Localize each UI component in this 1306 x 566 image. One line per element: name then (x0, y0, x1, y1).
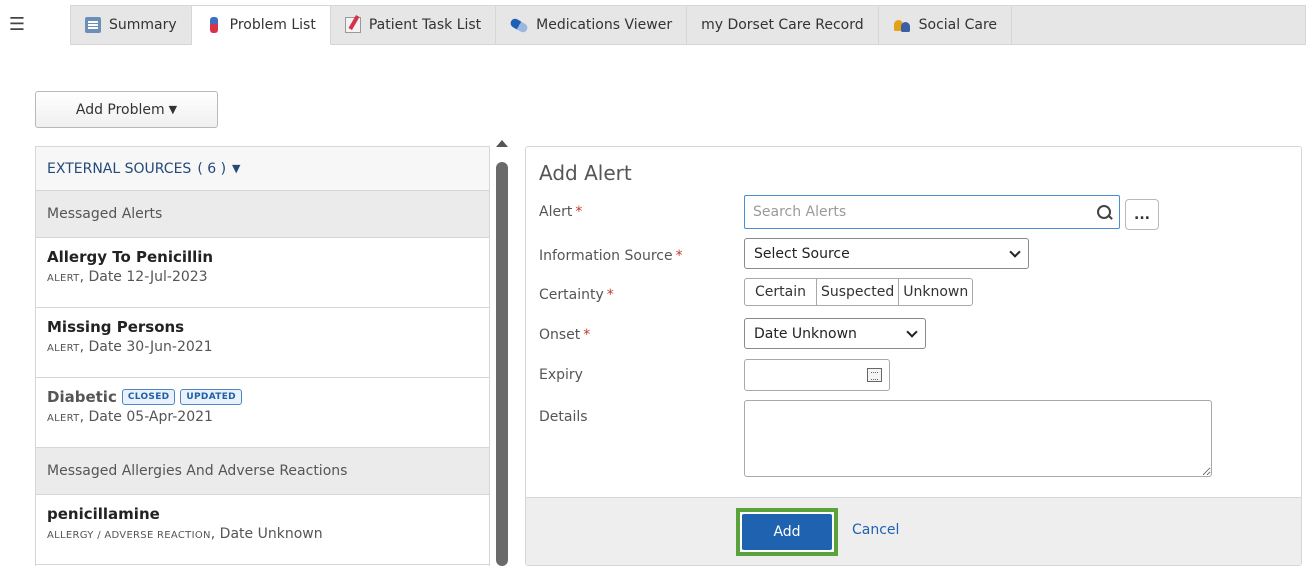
external-sources-label: EXTERNAL SOURCES (47, 160, 192, 177)
tab-problem-list[interactable]: Problem List (191, 5, 331, 45)
item-title-text: penicillamine (47, 505, 160, 523)
pill-icon (509, 16, 530, 34)
item-title: penicillamine (47, 505, 478, 523)
onset-label: Onset * (539, 327, 590, 343)
closed-badge: CLOSED (121, 389, 176, 405)
information-source-label-text: Information Source (539, 248, 673, 264)
scroll-thumb[interactable] (496, 162, 508, 566)
updated-badge: UPDATED (180, 389, 242, 405)
task-icon (344, 17, 361, 33)
required-marker: * (606, 287, 614, 303)
certainty-suspected-button[interactable]: Suspected (815, 278, 900, 306)
alert-search-field[interactable] (744, 195, 1120, 229)
item-subtitle: ALERT, Date 30-Jun-2021 (47, 339, 478, 355)
chevron-down-icon (906, 325, 918, 338)
onset-select[interactable]: Date Unknown (744, 318, 926, 349)
tab-label: Problem List (229, 17, 316, 33)
required-marker: * (575, 204, 583, 220)
information-source-select[interactable]: Select Source (744, 238, 1029, 269)
tab-patient-task-list[interactable]: Patient Task List (330, 5, 497, 45)
people-icon (893, 17, 911, 33)
item-subtitle: ALERT, Date 12-Jul-2023 (47, 269, 478, 285)
certainty-unknown-button[interactable]: Unknown (898, 278, 974, 306)
expiry-date-input[interactable] (744, 359, 890, 391)
chevron-down-icon (1009, 245, 1021, 258)
caret-down-icon: ▼ (232, 162, 241, 175)
item-title: Diabetic CLOSED UPDATED (47, 388, 478, 406)
cancel-link[interactable]: Cancel (852, 522, 899, 538)
tab-social-care[interactable]: Social Care (878, 5, 1013, 45)
search-icon[interactable] (1096, 204, 1113, 221)
item-date: , Date 05-Apr-2021 (79, 409, 213, 425)
item-type: ALLERGY / ADVERSE REACTION (47, 530, 211, 541)
summary-icon (85, 17, 101, 33)
form-footer: Add Cancel (526, 497, 1301, 565)
add-alert-form: Add Alert Alert* ... Information Source*… (525, 146, 1302, 566)
hamburger-menu-icon[interactable]: ☰ (0, 5, 34, 44)
certainty-label-text: Certainty (539, 287, 604, 303)
item-date: , Date 12-Jul-2023 (79, 269, 208, 285)
alert-browse-button[interactable]: ... (1125, 199, 1159, 230)
item-title: Missing Persons (47, 318, 478, 336)
tab-label: Patient Task List (368, 17, 482, 33)
item-date: , Date Unknown (210, 526, 323, 542)
details-label: Details (539, 409, 588, 425)
tab-my-dorset-care-record[interactable]: my Dorset Care Record (687, 5, 879, 45)
tab-label: my Dorset Care Record (701, 17, 864, 33)
alert-search-input[interactable] (751, 203, 1096, 221)
details-textarea[interactable] (744, 400, 1212, 477)
tab-label: Social Care (918, 17, 998, 33)
alert-label-text: Alert (539, 204, 573, 220)
form-title: Add Alert (539, 161, 632, 185)
thermometer-icon (209, 17, 218, 33)
caret-down-icon: ▼ (168, 103, 178, 116)
expiry-label: Expiry (539, 367, 583, 383)
onset-label-text: Onset (539, 327, 581, 343)
add-problem-label: Add Problem (75, 101, 165, 118)
list-item[interactable]: Diabetic CLOSED UPDATED ALERT, Date 05-A… (36, 378, 489, 448)
tab-label: Summary (109, 17, 177, 33)
section-header: Messaged Alerts (36, 191, 489, 238)
external-sources-toggle[interactable]: EXTERNAL SOURCES ( 6 ) ▼ (36, 147, 489, 191)
list-item[interactable]: Missing Persons ALERT, Date 30-Jun-2021 (36, 308, 489, 378)
tab-bar: ☰ Summary Problem List Patient Task List… (0, 0, 1306, 47)
scroll-up-arrow-icon[interactable] (496, 140, 508, 147)
certainty-certain-button[interactable]: Certain (744, 278, 817, 306)
certainty-label: Certainty * (539, 287, 614, 303)
item-title-text: Missing Persons (47, 318, 185, 336)
tab-summary[interactable]: Summary (70, 5, 192, 45)
calendar-icon[interactable] (867, 368, 882, 382)
tab-medications-viewer[interactable]: Medications Viewer (496, 5, 688, 45)
add-problem-button[interactable]: Add Problem ▼ (35, 91, 218, 128)
add-button-highlight: Add (736, 508, 838, 556)
item-type: ALERT (47, 273, 80, 284)
tabs: Summary Problem List Patient Task List M… (70, 5, 1306, 45)
certainty-segmented-control: Certain Suspected Unknown (744, 278, 974, 306)
external-sources-count: ( 6 ) (197, 160, 227, 177)
item-title-text: Allergy To Penicillin (47, 248, 214, 266)
external-sources-panel: EXTERNAL SOURCES ( 6 ) ▼ Messaged Alerts… (35, 146, 490, 566)
item-subtitle: ALERT, Date 05-Apr-2021 (47, 409, 478, 425)
item-title: Allergy To Penicillin (47, 248, 478, 266)
information-source-label: Information Source * (539, 248, 683, 264)
item-subtitle: ALLERGY / ADVERSE REACTION, Date Unknown (47, 526, 478, 542)
section-header: Messaged Allergies And Adverse Reactions (36, 448, 489, 495)
onset-value: Date Unknown (754, 325, 857, 342)
list-scrollbar[interactable] (494, 140, 510, 566)
item-type: ALERT (47, 343, 80, 354)
item-title-text: Diabetic (47, 388, 117, 406)
list-item[interactable]: Allergy To Penicillin ALERT, Date 12-Jul… (36, 238, 489, 308)
alert-label: Alert * (539, 204, 582, 220)
list-item[interactable]: penicillamine ALLERGY / ADVERSE REACTION… (36, 495, 489, 565)
item-type: ALERT (47, 413, 80, 424)
information-source-value: Select Source (754, 245, 850, 262)
required-marker: * (583, 327, 591, 343)
tab-label: Medications Viewer (536, 17, 673, 33)
item-date: , Date 30-Jun-2021 (79, 339, 213, 355)
tab-bar-filler (1012, 5, 1306, 45)
required-marker: * (675, 248, 683, 264)
add-button[interactable]: Add (742, 514, 832, 550)
